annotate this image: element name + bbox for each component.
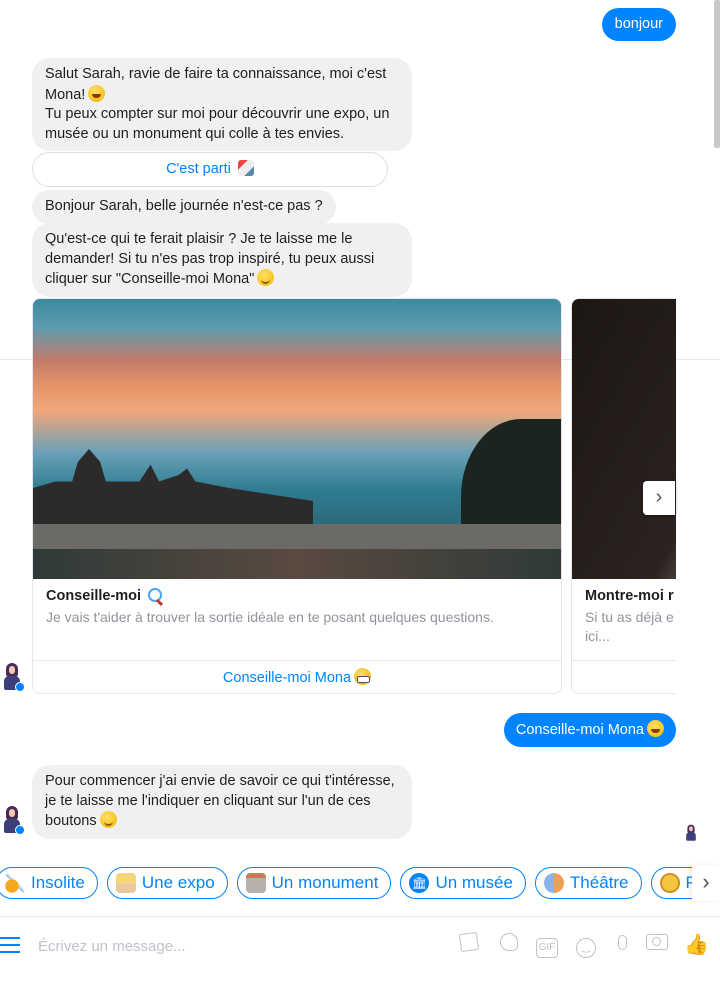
rocket-icon (237, 160, 254, 176)
grinning-emoji-icon (647, 720, 664, 737)
quick-reply-une-expo[interactable]: Une expo (106, 867, 228, 899)
message-text: Tu peux compter sur moi pour découvrir u… (45, 106, 390, 122)
message-outgoing: bonjour (601, 8, 676, 41)
chip-label: Un monument (271, 873, 379, 892)
chevron-right-icon: › (655, 486, 663, 508)
microphone-icon[interactable] (610, 933, 634, 957)
message-text: Salut Sarah, ravie de faire ta connaissa… (45, 66, 387, 82)
wink-emoji-icon (99, 811, 117, 828)
message-incoming: Salut Sarah, ravie de faire ta connaissa… (32, 58, 412, 151)
message-text: cliquer sur "Conseille-moi Mona" (45, 271, 255, 287)
quick-reply-theatre[interactable]: Théâtre (534, 867, 642, 899)
read-receipt-avatar (684, 824, 697, 842)
message-incoming: Pour commencer j'ai envie de savoir ce q… (32, 765, 412, 839)
button-label: C'est parti (166, 161, 231, 177)
magnifier-icon (148, 588, 164, 607)
message-incoming: Qu'est-ce qui te ferait plaisir ? Je te … (32, 223, 412, 297)
message-text: Qu'est-ce qui te ferait plaisir ? Je te … (45, 231, 353, 247)
quick-reply-po[interactable]: Po (650, 867, 692, 899)
menu-icon[interactable] (0, 936, 22, 954)
chip-label: Un musée (435, 873, 513, 892)
quick-replies: Insolite Une expo Un monument 🏛 Un musée… (0, 867, 692, 901)
exhibition-icon (115, 873, 136, 893)
message-text: bonjour (614, 16, 663, 32)
emoji-icon[interactable]: ‿ (574, 933, 598, 958)
message-text: Pour commencer j'ai envie de savoir ce q… (45, 773, 395, 789)
quick-reply-un-monument[interactable]: Un monument (236, 867, 392, 899)
message-text: Bonjour Sarah, belle journée n'est-ce pa… (45, 198, 323, 214)
cest-parti-button[interactable]: C'est parti (32, 152, 388, 187)
composer-divider (0, 916, 720, 917)
card-button[interactable] (572, 660, 676, 693)
chip-label: Théâtre (569, 873, 629, 892)
people-icon (659, 873, 680, 893)
card-image-conciergerie (33, 299, 561, 579)
message-text: Conseille-moi Mona (515, 722, 644, 738)
quick-reply-un-musee[interactable]: 🏛 Un musée (400, 867, 526, 899)
card-image-arches (572, 299, 676, 579)
carousel-next-button[interactable]: › (643, 481, 675, 515)
messenger-badge-icon (15, 682, 25, 692)
message-outgoing: Conseille-moi Mona (503, 713, 676, 747)
wink-emoji-icon (257, 269, 275, 286)
gif-label: GIF (536, 938, 558, 958)
chip-label: Insolite (31, 873, 85, 892)
message-incoming: Bonjour Sarah, belle journée n'est-ce pa… (32, 190, 336, 224)
grimacing-emoji-icon (354, 668, 372, 685)
bot-avatar (1, 662, 25, 692)
message-text: demander! Si tu n'es pas trop inspiré, t… (45, 250, 375, 267)
carousel-card: Conseille-moi Je vais t'aider à trouver … (32, 298, 562, 694)
bot-avatar (1, 805, 25, 835)
camera-icon[interactable] (645, 933, 669, 957)
scrollbar[interactable] (714, 0, 720, 148)
museum-icon: 🏛 (409, 873, 430, 893)
message-text: Mona! (45, 86, 86, 103)
card-subtitle: Je vais t'aider à trouver la sortie idéa… (46, 609, 494, 625)
image-icon[interactable] (457, 931, 481, 957)
card-subtitle: Si tu as déjà e ici... (585, 608, 674, 646)
gif-icon[interactable]: GIF (535, 933, 559, 958)
message-text: je te laisse me l'indiquer en cliquant s… (45, 792, 371, 809)
theatre-masks-icon (543, 873, 564, 893)
shooting-star-icon (5, 873, 25, 893)
button-label: Conseille-moi Mona (222, 670, 352, 686)
conseille-moi-mona-button[interactable]: Conseille-moi Mona (33, 660, 561, 693)
message-input[interactable] (38, 935, 438, 957)
thumbs-up-icon[interactable]: 👍 (684, 933, 709, 957)
subtitle-line: Si tu as déjà e (585, 609, 674, 625)
card-title: Montre-moi r (585, 588, 674, 604)
card-title: Conseille-moi (46, 588, 142, 604)
grinning-emoji-icon (88, 84, 106, 102)
message-text: musée ou un monument qui colle à tes env… (45, 125, 345, 142)
quick-replies-next-button[interactable]: › (692, 865, 720, 901)
chevron-right-icon: › (702, 869, 710, 894)
quick-reply-insolite[interactable]: Insolite (0, 867, 98, 899)
chip-label: Une expo (141, 873, 215, 892)
monument-icon (245, 873, 266, 893)
messenger-badge-icon (15, 825, 25, 835)
message-text: boutons (45, 813, 97, 829)
sticker-icon[interactable] (497, 933, 521, 957)
subtitle-line: ici... (585, 628, 610, 644)
